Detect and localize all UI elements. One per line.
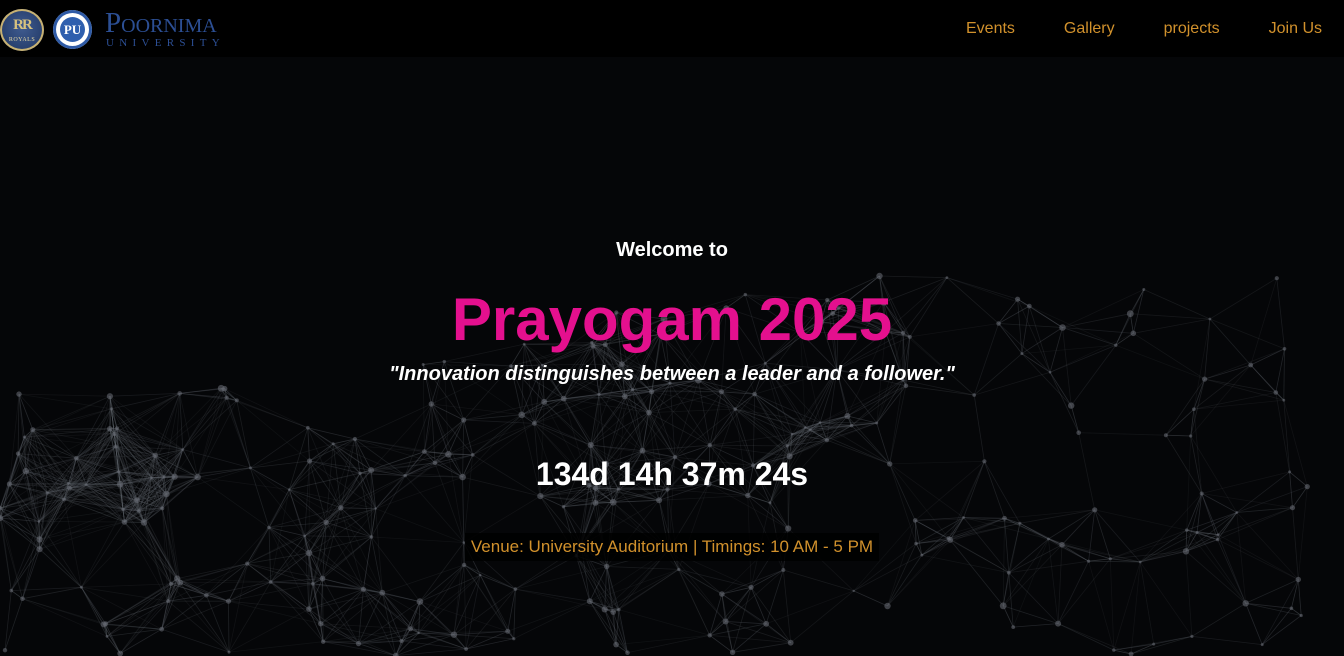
brand-name[interactable]: Poornima <box>105 8 217 38</box>
nav-menu: Events Gallery projects Join Us <box>917 19 1322 39</box>
nav-link-projects[interactable]: projects <box>1164 19 1220 39</box>
tagline-quote: "Innovation distinguishes between a lead… <box>389 363 955 385</box>
pu-logo-text: PU <box>60 17 85 42</box>
navbar: RR ROYALS PU Poornima UNIVERSITY Events … <box>0 0 1344 57</box>
welcome-text: Welcome to <box>616 239 728 261</box>
royals-logo-text: ROYALS <box>8 37 36 43</box>
royals-monogram: RR <box>13 17 33 33</box>
nav-link-events[interactable]: Events <box>966 19 1015 39</box>
pu-logo[interactable]: PU <box>53 10 92 49</box>
hero-section: Welcome to Prayogam 2025 "Innovation dis… <box>0 57 1344 656</box>
countdown-timer: 134d 14h 37m 24s <box>535 456 809 492</box>
venue-container: Venue: University Auditorium | Timings: … <box>0 533 1344 561</box>
venue-info: Venue: University Auditorium | Timings: … <box>464 533 880 561</box>
nav-link-join-us[interactable]: Join Us <box>1269 19 1322 39</box>
event-title: Prayogam 2025 <box>451 286 893 353</box>
royals-logo[interactable]: RR ROYALS <box>0 9 44 51</box>
brand-subtitle: UNIVERSITY <box>106 37 225 49</box>
nav-link-gallery[interactable]: Gallery <box>1064 19 1115 39</box>
page: RR ROYALS PU Poornima UNIVERSITY Events … <box>0 0 1344 656</box>
